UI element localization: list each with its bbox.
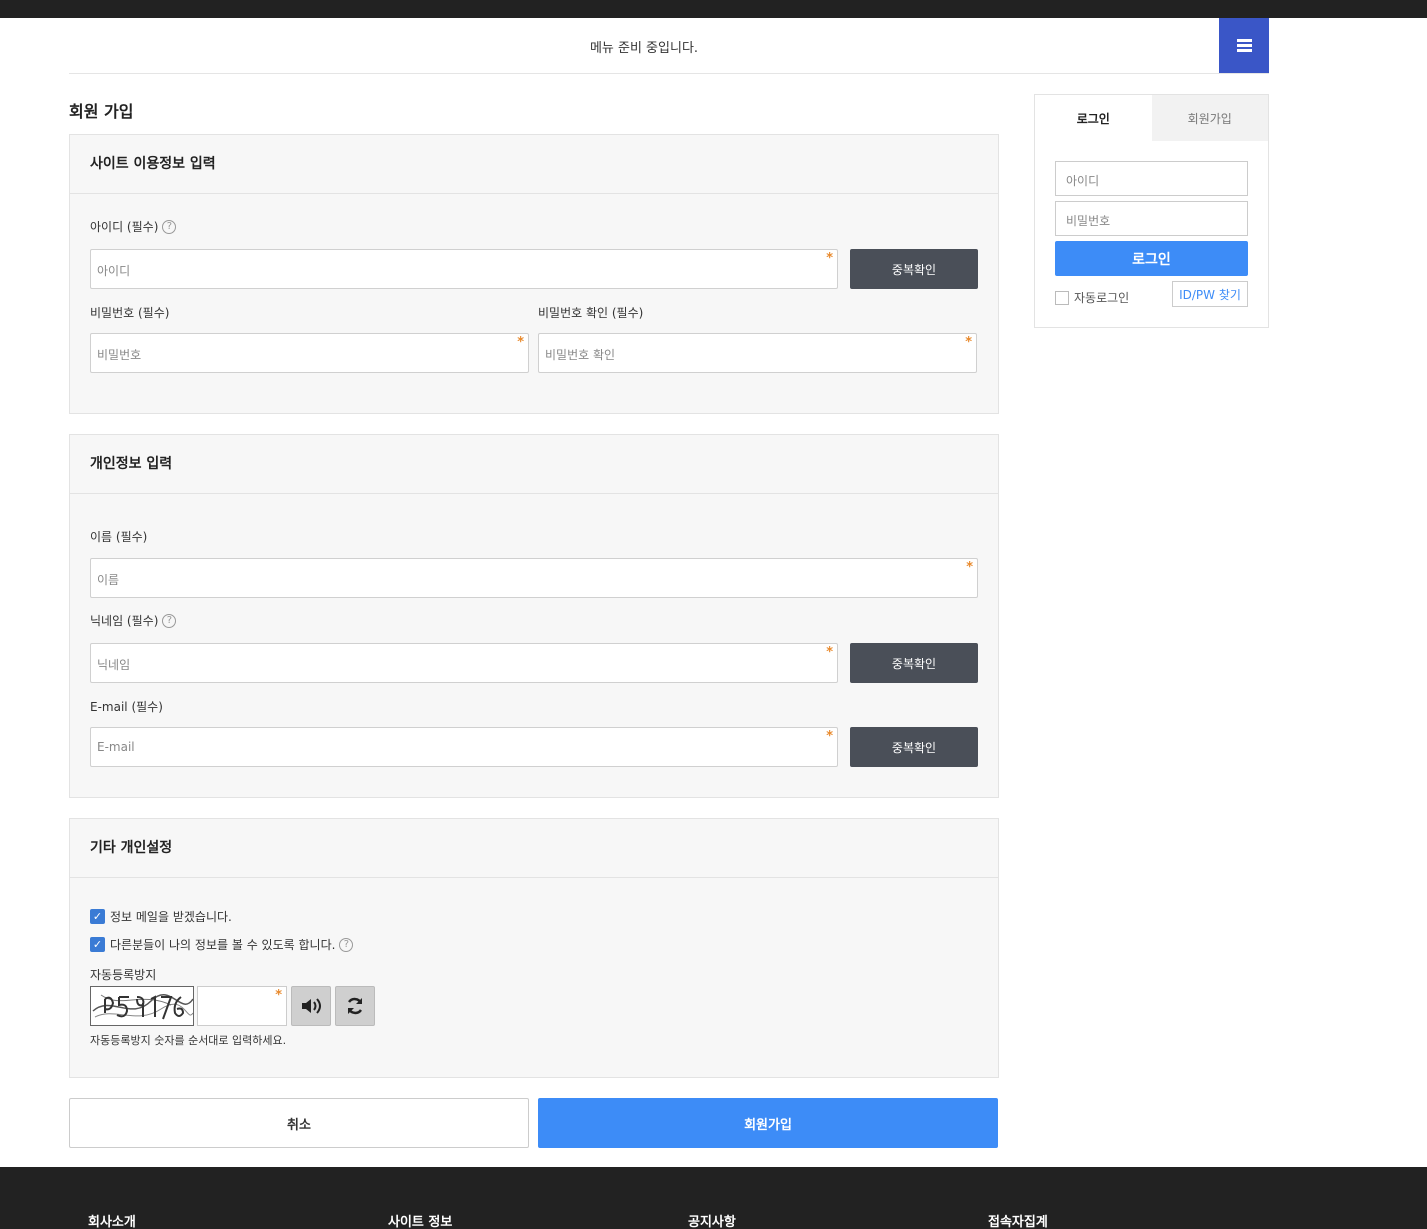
captcha-hint: 자동등록방지 숫자를 순서대로 입력하세요. [90,1034,287,1047]
id-check-button[interactable]: 중복확인 [850,249,978,289]
footer-visitors[interactable]: 접속자집계 [988,1211,1048,1229]
nick-label: 닉네임 (필수) ? [90,612,177,629]
help-icon[interactable]: ? [162,219,177,234]
login-widget: 로그인 회원가입 아이디 비밀번호 로그인 자동로그인 ID/PW 찾기 [1034,94,1269,328]
name-placeholder: 이름 [97,573,120,587]
nick-input[interactable]: 닉네임 * [90,643,838,683]
email-check-button[interactable]: 중복확인 [850,727,978,767]
find-id-pw-button[interactable]: ID/PW 찾기 [1172,281,1248,307]
footer-company[interactable]: 회사소개 [88,1211,136,1229]
speaker-icon [302,998,321,1014]
top-bar [0,0,1427,18]
site-info-heading: 사이트 이용정보 입력 [70,135,998,194]
checkbox-checked-icon[interactable]: ✓ [90,937,105,952]
captcha-audio-button[interactable] [291,986,331,1026]
submit-button[interactable]: 회원가입 [538,1098,998,1148]
site-info-panel: 사이트 이용정보 입력 아이디 (필수) ? 아이디 * 중복확인 비밀번호 (… [69,134,999,414]
login-tabs: 로그인 회원가입 [1035,95,1268,141]
personal-info-panel: 개인정보 입력 이름 (필수) 이름 * 닉네임 (필수) ? 닉네임 * 중복… [69,434,999,798]
footer-site-info[interactable]: 사이트 정보 [388,1211,452,1229]
top-nav: 메뉴 준비 중입니다. [69,18,1269,74]
help-icon[interactable]: ? [162,613,177,628]
pw-confirm-placeholder: 비밀번호 확인 [545,348,616,362]
login-pw-placeholder: 비밀번호 [1066,214,1111,228]
email-input[interactable]: E-mail * [90,727,838,767]
pw-input[interactable]: 비밀번호 * [90,333,529,373]
mailing-option[interactable]: ✓ 정보 메일을 받겠습니다. [90,908,232,925]
required-icon: * [275,988,282,1003]
nick-label-text: 닉네임 (필수) [90,614,159,628]
required-icon: * [826,729,833,744]
captcha-label: 자동등록방지 [90,968,157,982]
auto-login-option[interactable]: 자동로그인 [1055,289,1129,306]
open-profile-label: 다른분들이 나의 정보를 볼 수 있도록 합니다. [110,938,336,952]
captcha-image [90,986,194,1026]
nav-message: 메뉴 준비 중입니다. [589,41,699,56]
email-label: E-mail (필수) [90,700,163,714]
page-title: 회원 가입 [69,102,134,121]
captcha-refresh-button[interactable] [335,986,375,1026]
name-input[interactable]: 이름 * [90,558,978,598]
footer-notice[interactable]: 공지사항 [688,1211,736,1229]
open-profile-option[interactable]: ✓ 다른분들이 나의 정보를 볼 수 있도록 합니다. ? [90,936,354,953]
pw-confirm-input[interactable]: 비밀번호 확인 * [538,333,977,373]
required-icon: * [826,251,833,266]
pw-placeholder: 비밀번호 [97,348,142,362]
auto-login-label: 자동로그인 [1074,291,1130,305]
id-label-text: 아이디 (필수) [90,220,159,234]
cancel-button[interactable]: 취소 [69,1098,529,1148]
login-id-placeholder: 아이디 [1066,174,1100,188]
extra-settings-heading: 기타 개인설정 [70,819,998,878]
mailing-label: 정보 메일을 받겠습니다. [110,910,232,924]
nick-placeholder: 닉네임 [97,658,131,672]
checkbox-icon[interactable] [1055,290,1069,305]
email-placeholder: E-mail [97,740,135,754]
login-pw-input[interactable]: 비밀번호 [1055,201,1248,236]
footer: 회사소개 사이트 정보 공지사항 접속자집계 [0,1167,1427,1229]
tab-join[interactable]: 회원가입 [1151,95,1268,141]
required-icon: * [826,645,833,660]
checkbox-checked-icon[interactable]: ✓ [90,909,105,924]
pw-label: 비밀번호 (필수) [90,306,170,320]
extra-settings-panel: 기타 개인설정 ✓ 정보 메일을 받겠습니다. ✓ 다른분들이 나의 정보를 볼… [69,818,999,1078]
login-button[interactable]: 로그인 [1055,241,1248,276]
nick-check-button[interactable]: 중복확인 [850,643,978,683]
tab-login[interactable]: 로그인 [1035,95,1152,141]
name-label: 이름 (필수) [90,530,148,544]
refresh-icon [347,997,363,1015]
required-icon: * [966,560,973,575]
login-id-input[interactable]: 아이디 [1055,161,1248,196]
required-icon: * [517,335,524,350]
id-label: 아이디 (필수) ? [90,218,177,235]
menu-button[interactable] [1219,18,1269,73]
help-icon[interactable]: ? [339,937,354,952]
hamburger-icon [1236,39,1252,52]
personal-info-heading: 개인정보 입력 [70,435,998,494]
id-input[interactable]: 아이디 * [90,249,838,289]
pw-confirm-label: 비밀번호 확인 (필수) [538,306,644,320]
id-placeholder: 아이디 [97,264,131,278]
captcha-input[interactable]: * [197,986,287,1026]
required-icon: * [965,335,972,350]
